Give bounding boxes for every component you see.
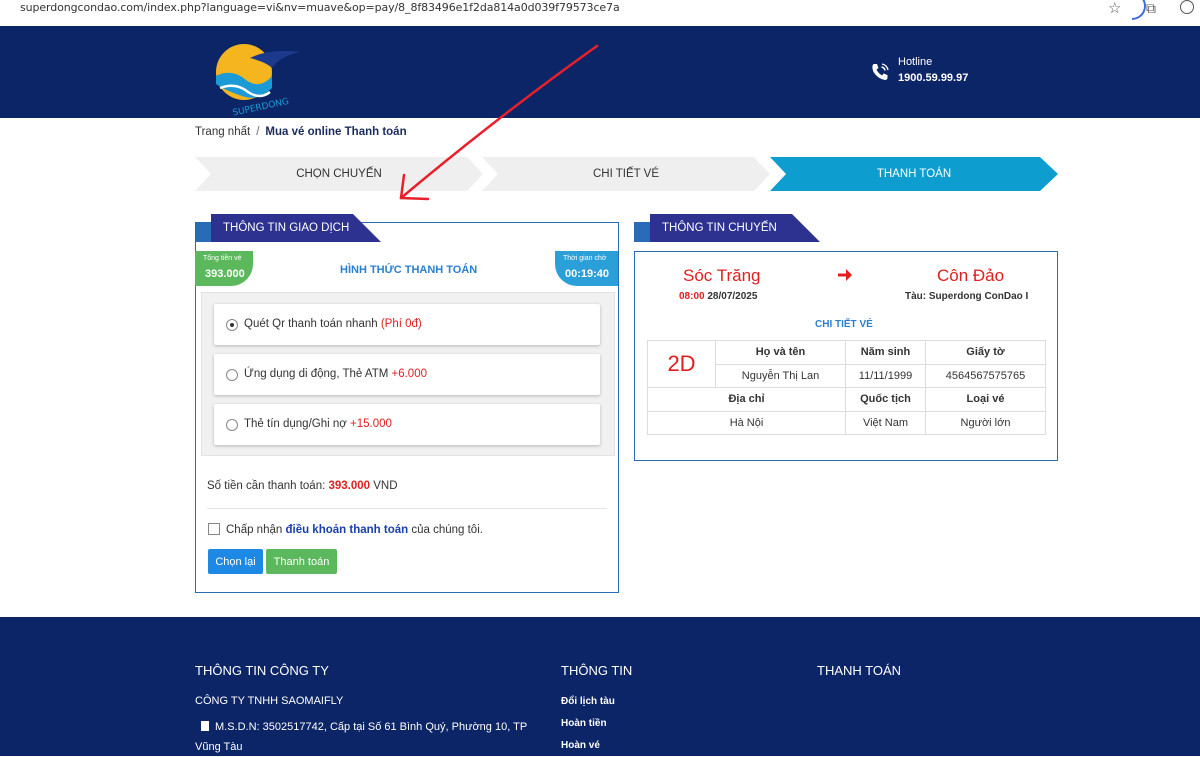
amount-value: 393.000	[328, 480, 371, 492]
table-header: Quốc tịch	[845, 387, 926, 412]
method-label: Quét Qr thanh toán nhanh	[244, 318, 381, 330]
terms-suffix: của chúng tôi.	[408, 524, 483, 536]
superdong-logo[interactable]: SUPERDONG	[210, 36, 310, 119]
table-cell: Người lớn	[925, 410, 1046, 435]
browser-url-bar[interactable]: superdongcondao.com/index.php?language=v…	[0, 0, 1200, 22]
table-header: Giấy tờ	[925, 340, 1046, 365]
step-ticket-detail[interactable]: CHI TIẾT VÉ	[482, 157, 770, 191]
breadcrumb-separator: /	[256, 126, 260, 138]
total-label: Tổng tiền vé	[203, 255, 242, 262]
company-tax-info: M.S.D.N: 3502517742, Cấp tại Số 61 Bình …	[195, 717, 535, 757]
table-header: Năm sinh	[845, 340, 926, 365]
ticket-table: 2D Họ và tên Năm sinh Giấy tờ Nguyễn Thị…	[647, 340, 1046, 435]
amount-unit: VND	[370, 480, 398, 492]
footer-link-refund[interactable]: Hoàn tiền	[561, 718, 607, 729]
arrival-port: Côn Đảo	[937, 266, 1005, 285]
departure-time: 08:00	[679, 291, 705, 302]
departure-datetime: 08:00 28/07/2025	[679, 291, 757, 302]
table-header: Loại vé	[925, 387, 1046, 412]
footer-info-title: THÔNG TIN	[561, 663, 633, 678]
vessel-name: Tàu: Superdong ConDao I	[905, 291, 1029, 302]
step-choose-trip[interactable]: CHỌN CHUYẾN	[195, 157, 483, 191]
hotline-label: Hotline	[898, 56, 933, 68]
terms-checkbox[interactable]	[208, 523, 220, 535]
table-cell: 4564567575765	[925, 363, 1046, 388]
step-payment[interactable]: THANH TOÁN	[770, 157, 1058, 191]
footer-link-cancel-ticket[interactable]: Hoàn vé	[561, 740, 600, 751]
method-fee: +15.000	[350, 418, 392, 430]
radio[interactable]	[226, 419, 238, 431]
transaction-banner-title: THÔNG TIN GIAO DỊCH	[223, 222, 350, 234]
tax-text: M.S.D.N: 3502517742, Cấp tại Số 61 Bình …	[195, 721, 527, 753]
wait-time-badge: Thời gian chờ 00:19:40	[555, 251, 618, 286]
method-credit-card[interactable]: Thẻ tín dụng/Ghi nợ +15.000	[214, 404, 600, 445]
total-badge: Tổng tiền vé 393.000	[195, 251, 253, 286]
wait-value: 00:19:40	[565, 268, 610, 280]
table-header: Địa chỉ	[647, 387, 846, 412]
table-cell: Nguyễn Thị Lan	[715, 363, 846, 388]
breadcrumb-home[interactable]: Trang nhất	[195, 126, 250, 138]
terms-agreement: Chấp nhận điều khoản thanh toán của chún…	[208, 523, 483, 536]
table-cell: Việt Nam	[845, 410, 926, 435]
checkout-steps: CHỌN CHUYẾN CHI TIẾT VÉ THANH TOÁN	[195, 157, 1065, 191]
choose-again-button[interactable]: Chọn lại	[208, 549, 263, 574]
phone-icon	[872, 63, 889, 80]
method-label: Thẻ tín dụng/Ghi nợ	[244, 418, 350, 430]
breadcrumb: Trang nhất / Mua vé online Thanh toán	[195, 126, 407, 138]
amount-due: Số tiền cần thanh toán: 393.000 VND	[207, 480, 398, 492]
bookmark-star-icon[interactable]: ☆	[1108, 0, 1121, 17]
ticket-detail-title: CHI TIẾT VÉ	[815, 319, 873, 330]
departure-port: Sóc Trăng	[683, 266, 761, 285]
terms-prefix: Chấp nhận	[226, 524, 286, 536]
wait-label: Thời gian chờ	[563, 255, 607, 262]
document-icon	[201, 721, 209, 731]
pay-button[interactable]: Thanh toán	[266, 549, 337, 574]
table-row: Địa chỉ Quốc tịch Loại vé	[647, 387, 1046, 412]
trip-banner: THÔNG TIN CHUYẾN	[634, 214, 824, 242]
table-row: 2D Họ và tên Năm sinh Giấy tờ	[647, 340, 1046, 388]
transaction-banner: THÔNG TIN GIAO DỊCH	[195, 214, 385, 242]
step-label: CHỌN CHUYẾN	[296, 168, 382, 180]
method-label: Ứng dụng di động, Thẻ ATM	[244, 368, 392, 380]
table-cell: 11/11/1999	[845, 363, 926, 388]
table-cell: Hà Nội	[647, 410, 846, 435]
departure-date: 28/07/2025	[704, 291, 758, 302]
extensions-icon[interactable]: ⧉	[1146, 0, 1156, 17]
footer-payment-title: THANH TOÁN	[817, 663, 902, 678]
step-label: THANH TOÁN	[876, 168, 952, 180]
company-name: CÔNG TY TNHH SAOMAIFLY	[195, 695, 344, 707]
footer-link-reschedule[interactable]: Đổi lịch tàu	[561, 696, 615, 707]
profile-icon[interactable]	[1180, 0, 1194, 14]
table-row: Hà Nội Việt Nam Người lớn	[647, 410, 1046, 435]
table-header: Họ và tên	[715, 340, 846, 365]
payment-method-title: HÌNH THỨC THANH TOÁN	[340, 264, 478, 276]
url-text[interactable]: superdongcondao.com/index.php?language=v…	[20, 1, 620, 14]
method-fee: (Phí 0đ)	[380, 318, 422, 330]
site-header: SUPERDONG Hotline 1900.59.99.97	[0, 26, 1200, 119]
arrow-right-icon	[838, 269, 852, 281]
site-footer: THÔNG TIN CÔNG TY THÔNG TIN THANH TOÁN C…	[0, 617, 1200, 756]
method-qr[interactable]: Quét Qr thanh toán nhanh (Phí 0đ)	[214, 304, 600, 345]
footer-company-title: THÔNG TIN CÔNG TY	[195, 663, 329, 678]
divider	[207, 508, 607, 509]
trip-banner-title: THÔNG TIN CHUYẾN	[662, 222, 777, 234]
step-label: CHI TIẾT VÉ	[592, 168, 660, 180]
total-value: 393.000	[205, 268, 245, 280]
terms-link[interactable]: điều khoản thanh toán	[285, 524, 408, 536]
amount-label: Số tiền cần thanh toán:	[207, 480, 329, 492]
hotline-number[interactable]: 1900.59.99.97	[898, 72, 968, 84]
breadcrumb-current: Mua vé online Thanh toán	[265, 126, 407, 138]
seat-number: 2D	[647, 340, 716, 388]
radio-selected[interactable]	[226, 319, 238, 331]
radio[interactable]	[226, 369, 238, 381]
address-bar-edge	[1132, 0, 1146, 20]
method-mobile-atm[interactable]: Ứng dụng di động, Thẻ ATM +6.000	[214, 354, 600, 395]
method-fee: +6.000	[391, 368, 428, 380]
